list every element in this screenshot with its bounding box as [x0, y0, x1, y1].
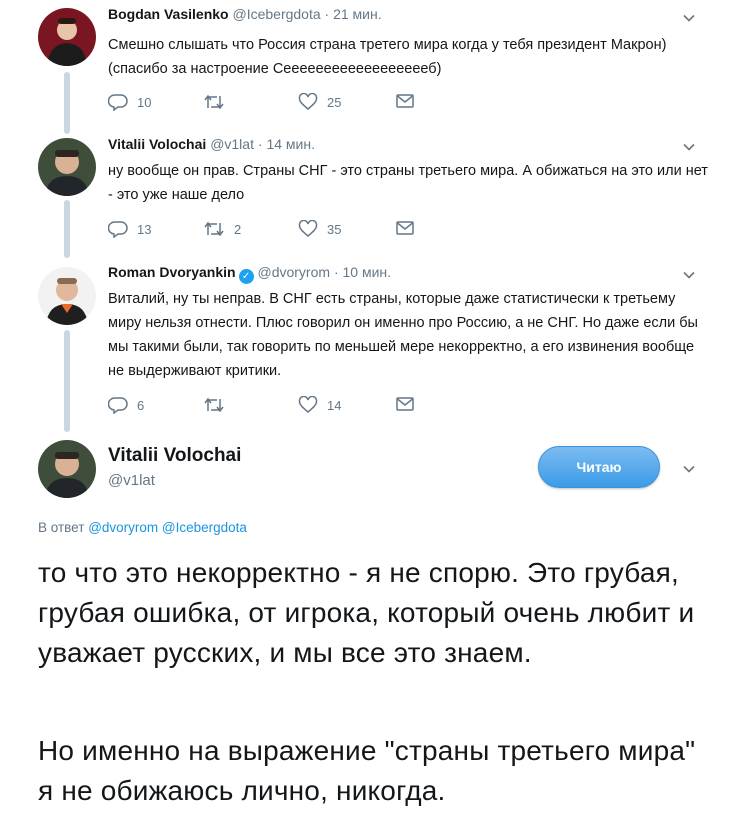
- like-count: 25: [327, 94, 342, 110]
- retweet-icon: [204, 397, 224, 413]
- reply-count: 13: [137, 221, 152, 237]
- retweet-icon: [204, 221, 224, 237]
- mail-icon: [396, 221, 414, 235]
- like-count: 14: [327, 397, 342, 413]
- thread-line: [64, 330, 70, 432]
- retweet-button[interactable]: [203, 396, 234, 414]
- mail-icon: [396, 94, 414, 108]
- like-button[interactable]: 25: [298, 93, 341, 111]
- mention-link[interactable]: @Icebergdota: [162, 520, 247, 535]
- heart-icon: [298, 93, 318, 110]
- author-name[interactable]: Roman Dvoryankin: [108, 264, 236, 280]
- timestamp[interactable]: 14 мин.: [266, 136, 315, 152]
- tweet-text: Смешно слышать что Россия страна третего…: [108, 37, 667, 77]
- tweet-actions: 13 2 35: [108, 220, 428, 242]
- reply-button[interactable]: 10: [108, 93, 151, 111]
- following-button[interactable]: Читаю: [538, 446, 660, 488]
- timestamp[interactable]: 21 мин.: [333, 6, 382, 22]
- author-name[interactable]: Bogdan Vasilenko: [108, 6, 229, 22]
- chevron-down-icon[interactable]: [682, 11, 696, 25]
- tweet-actions: 10 25: [108, 93, 428, 115]
- tweet-header: Bogdan Vasilenko @Icebergdota · 21 мин.: [108, 6, 382, 22]
- reply-icon: [108, 397, 128, 414]
- chevron-down-icon[interactable]: [682, 268, 696, 282]
- chevron-down-icon[interactable]: [682, 140, 696, 154]
- avatar[interactable]: [38, 267, 96, 325]
- author-handle[interactable]: @Icebergdota: [232, 6, 320, 22]
- direct-message-button[interactable]: [395, 220, 415, 236]
- heart-icon: [298, 396, 318, 413]
- heart-icon: [298, 220, 318, 237]
- like-count: 35: [327, 221, 342, 237]
- verified-badge-icon: ✓: [238, 269, 254, 284]
- separator: ·: [333, 264, 339, 280]
- reply-button[interactable]: 6: [108, 396, 144, 414]
- author-handle[interactable]: @v1lat: [108, 472, 155, 489]
- like-button[interactable]: 35: [298, 220, 341, 238]
- tweet-text: Виталий, ну ты неправ. В СНГ есть страны…: [108, 291, 698, 379]
- reply-icon: [108, 221, 128, 238]
- separator: ·: [324, 6, 330, 22]
- retweet-button[interactable]: [203, 93, 234, 111]
- direct-message-button[interactable]: [395, 93, 415, 109]
- tweet-text-paragraph: то что это некорректно - я не спорю. Это…: [38, 557, 695, 668]
- direct-message-button[interactable]: [395, 396, 415, 412]
- retweet-button[interactable]: 2: [203, 220, 241, 238]
- mail-icon: [396, 397, 414, 411]
- avatar[interactable]: [38, 138, 96, 196]
- tweet-text-paragraph: Но именно на выражение "страны третьего …: [38, 735, 696, 806]
- thread-line: [64, 72, 70, 134]
- retweet-count: 2: [234, 221, 242, 237]
- avatar[interactable]: [38, 440, 96, 498]
- author-name[interactable]: Vitalii Volochai: [108, 136, 206, 152]
- reply-prefix: В ответ: [38, 520, 85, 535]
- avatar[interactable]: [38, 8, 96, 66]
- chevron-down-icon[interactable]: [682, 462, 696, 476]
- separator: ·: [257, 136, 263, 152]
- reply-count: 10: [137, 94, 152, 110]
- reply-button[interactable]: 13: [108, 220, 151, 238]
- timestamp[interactable]: 10 мин.: [343, 264, 392, 280]
- thread-line: [64, 200, 70, 258]
- reply-icon: [108, 94, 128, 111]
- like-button[interactable]: 14: [298, 396, 341, 414]
- author-handle[interactable]: @v1lat: [210, 136, 254, 152]
- reply-context: В ответ @dvoryrom @Icebergdota: [38, 520, 247, 535]
- author-handle[interactable]: @dvoryrom: [257, 264, 330, 280]
- tweet-header: Roman Dvoryankin ✓ @dvoryrom · 10 мин.: [108, 264, 391, 284]
- reply-count: 6: [137, 397, 145, 413]
- author-name[interactable]: Vitalii Volochai: [108, 445, 241, 467]
- mention-link[interactable]: @dvoryrom: [88, 520, 158, 535]
- retweet-icon: [204, 94, 224, 110]
- tweet-text: ну вообще он прав. Страны СНГ - это стра…: [108, 163, 708, 203]
- tweet-actions: 6 14: [108, 396, 428, 418]
- tweet-header: Vitalii Volochai @v1lat · 14 мин.: [108, 136, 315, 152]
